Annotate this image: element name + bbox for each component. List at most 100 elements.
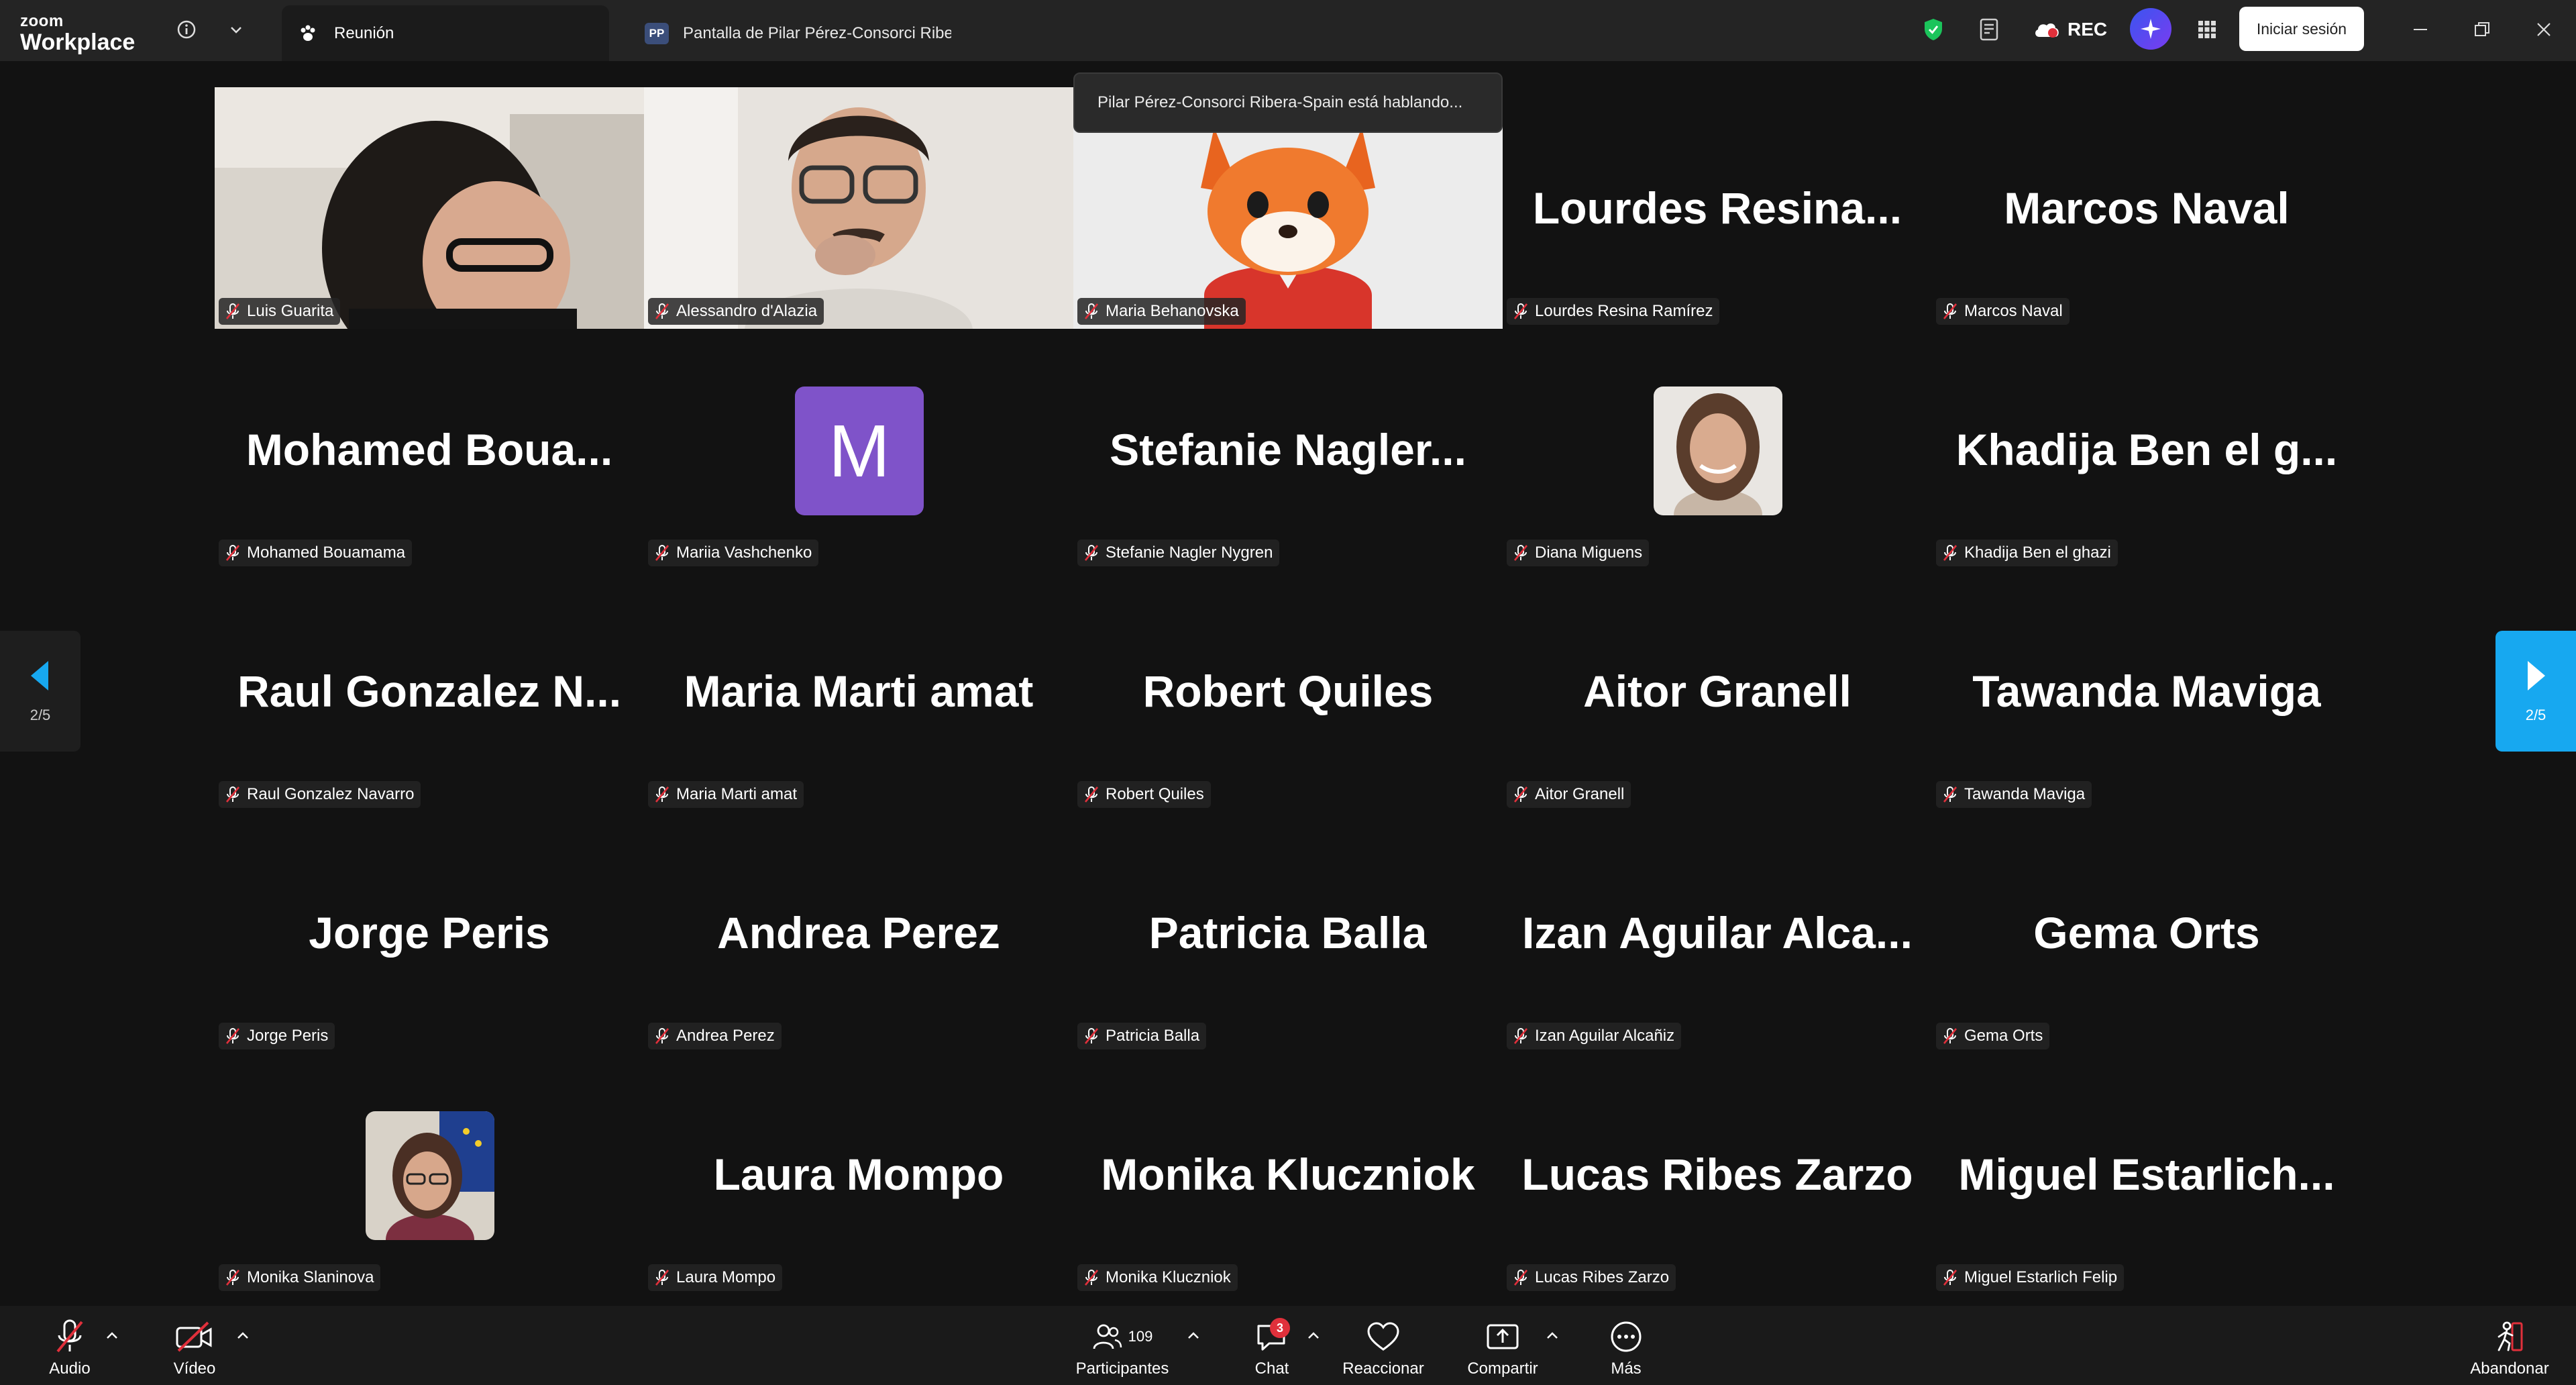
participant-name-tag: Lourdes Resina Ramírez [1507,298,1720,325]
participant-display-name: Khadija Ben el g... [1955,425,2338,474]
avatar: M [795,387,924,515]
info-icon[interactable] [172,15,201,44]
share-button[interactable]: Compartir [1462,1314,1543,1378]
mic-muted-icon [653,302,671,321]
share-options-chevron-icon[interactable] [1543,1326,1562,1345]
meeting-toolbar: Audio Vídeo 109 Participantes 3 Chat Rea… [0,1306,2576,1385]
next-page-button[interactable]: 2/5 [2496,631,2576,752]
participant-tile[interactable]: Robert Quiles Robert Quiles [1073,570,1503,812]
participant-tile[interactable]: Khadija Ben el g... Khadija Ben el ghazi [1932,329,2361,570]
participant-name-label: Maria Behanovska [1106,302,1239,320]
restore-icon[interactable] [2467,15,2497,44]
close-icon[interactable] [2529,15,2559,44]
participant-tile[interactable]: Izan Aguilar Alca... Izan Aguilar Alcañiz [1503,812,1932,1054]
mic-muted-icon [1083,1027,1100,1045]
participant-tile[interactable]: Marcos Naval Marcos Naval [1932,87,2361,329]
participant-tile[interactable]: Jorge Peris Jorge Peris [215,812,644,1054]
participant-tile[interactable]: Laura Mompo Laura Mompo [644,1054,1073,1295]
chat-options-chevron-icon[interactable] [1304,1326,1323,1345]
audio-options-chevron-icon[interactable] [103,1326,121,1345]
mic-muted-icon [1083,785,1100,804]
mic-muted-icon [1512,302,1529,321]
avatar [1654,387,1782,515]
participant-tile[interactable]: Lucas Ribes Zarzo Lucas Ribes Zarzo [1503,1054,1932,1295]
participant-display-name: Monika Kluczniok [1101,1149,1475,1199]
participants-count: 109 [1128,1328,1153,1345]
participant-tile[interactable]: Mohamed Boua... Mohamed Bouamama [215,329,644,570]
mic-muted-icon [653,785,671,804]
participant-display-name: Laura Mompo [713,1149,1004,1199]
gallery-view: Luis Guarita Alessandro d'Alazia Maria Beh… [215,87,2361,1295]
react-label: Reaccionar [1342,1360,1424,1378]
participant-tile[interactable]: Monika Slaninova [215,1054,644,1295]
participant-tile[interactable]: M Mariia Vashchenko [644,329,1073,570]
participants-options-chevron-icon[interactable] [1184,1326,1203,1345]
leave-button[interactable]: Abandonar [2466,1314,2553,1378]
chat-label: Chat [1254,1360,1289,1378]
shield-icon[interactable] [1919,15,1948,44]
participant-tile[interactable]: Miguel Estarlich... Miguel Estarlich Feli… [1932,1054,2361,1295]
participant-name-label: Gema Orts [1964,1027,2043,1045]
camera-off-icon [171,1317,218,1357]
participant-tile[interactable]: Andrea Perez Andrea Perez [644,812,1073,1054]
participant-name-tag: Monika Slaninova [219,1264,381,1291]
participant-tile[interactable]: Patricia Balla Patricia Balla [1073,812,1503,1054]
mic-muted-icon [1941,302,1959,321]
video-options-chevron-icon[interactable] [233,1326,252,1345]
participant-name-label: Izan Aguilar Alcañiz [1535,1027,1675,1045]
participant-video [644,87,1073,329]
participant-tile[interactable]: Lourdes Resina... Lourdes Resina Ramírez [1503,87,1932,329]
minimize-icon[interactable] [2406,15,2435,44]
participant-display-name: Andrea Perez [717,908,1000,958]
tab-meeting[interactable]: Reunión [282,5,609,61]
react-button[interactable]: Reaccionar [1342,1314,1425,1378]
participant-name-tag: Marcos Naval [1936,298,2070,325]
more-button[interactable]: Más [1599,1314,1653,1378]
participant-display-name: Raul Gonzalez N... [237,666,622,716]
participants-button[interactable]: 109 Participantes [1072,1314,1173,1378]
ai-companion-button[interactable] [2130,8,2171,50]
mic-muted-icon [653,544,671,562]
chat-button[interactable]: 3 Chat [1245,1314,1299,1378]
previous-page-button[interactable]: 2/5 [0,631,80,752]
chevron-down-icon[interactable] [221,15,251,44]
participant-name-label: Miguel Estarlich Felip [1964,1268,2118,1286]
participant-name-tag: Robert Quiles [1077,781,1211,808]
participant-tile[interactable]: Tawanda Maviga Tawanda Maviga [1932,570,2361,812]
participant-name-label: Andrea Perez [676,1027,775,1045]
brand-large: Workplace [20,30,136,55]
participant-tile[interactable]: Aitor Granell Aitor Granell [1503,570,1932,812]
active-speaker-banner: Pilar Pérez-Consorci Ribera-Spain está h… [1073,72,1503,133]
participant-tile[interactable]: Maria Marti amat Maria Marti amat [644,570,1073,812]
participant-tile[interactable]: Monika Kluczniok Monika Kluczniok [1073,1054,1503,1295]
mic-muted-icon [1083,544,1100,562]
tab-screen-share[interactable]: PP Pantalla de Pilar Pérez-Consorci Ribe… [631,5,966,61]
participant-tile[interactable]: Diana Miguens [1503,329,1932,570]
video-button[interactable]: Vídeo [168,1314,221,1378]
participant-display-name: Lucas Ribes Zarzo [1521,1149,1913,1199]
apps-grid-icon[interactable] [2192,15,2222,44]
mic-muted-icon [1083,302,1100,321]
participant-name-tag: Stefanie Nagler Nygren [1077,540,1280,566]
participant-display-name: Marcos Naval [2004,183,2290,233]
audio-button[interactable]: Audio [44,1314,95,1378]
participant-name-label: Laura Mompo [676,1268,776,1286]
avatar [366,1111,494,1240]
participant-tile[interactable]: Raul Gonzalez N... Raul Gonzalez Navarro [215,570,644,812]
participant-name-label: Tawanda Maviga [1964,785,2086,803]
participant-name-label: Maria Marti amat [676,785,798,803]
participant-name-tag: Tawanda Maviga [1936,781,2092,808]
participant-name-label: Raul Gonzalez Navarro [247,785,415,803]
participant-tile[interactable]: Alessandro d'Alazia [644,87,1073,329]
participant-name-label: Alessandro d'Alazia [676,302,818,320]
participant-name-tag: Aitor Granell [1507,781,1631,808]
participant-tile[interactable]: Gema Orts Gema Orts [1932,812,2361,1054]
participant-tile[interactable]: Luis Guarita [215,87,644,329]
participant-display-name: Miguel Estarlich... [1958,1149,2335,1199]
cloud-recording-indicator[interactable]: REC [2033,15,2107,44]
sign-in-button[interactable]: Iniciar sesión [2239,7,2364,51]
participant-tile[interactable]: Stefanie Nagler... Stefanie Nagler Nygren [1073,329,1503,570]
participant-name-tag: Miguel Estarlich Felip [1936,1264,2125,1291]
notes-icon[interactable] [1975,15,2004,44]
mic-muted-icon [224,544,241,562]
